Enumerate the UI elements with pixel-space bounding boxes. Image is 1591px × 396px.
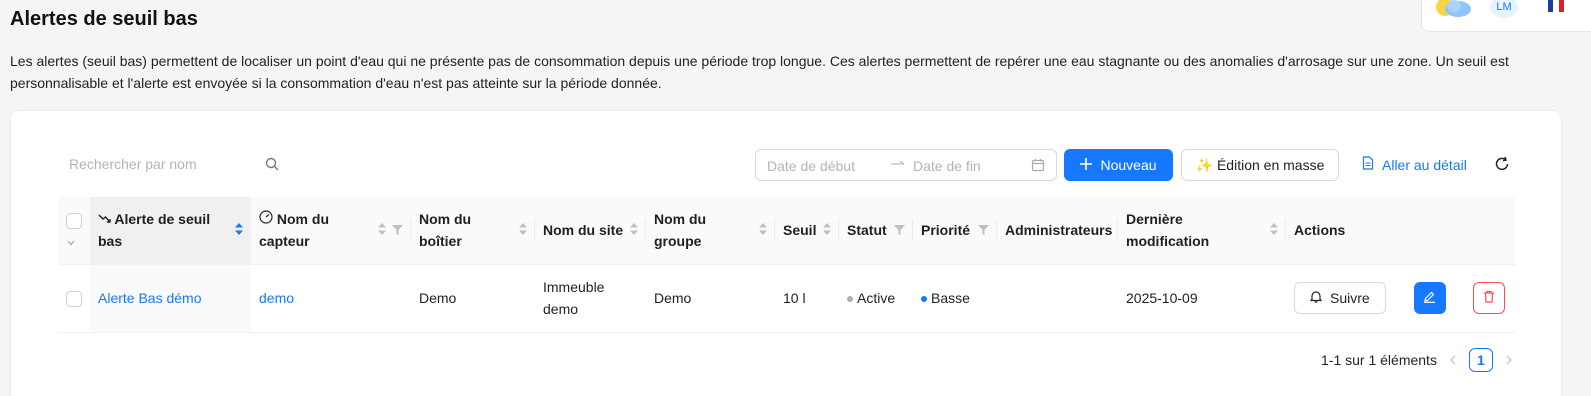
avatar[interactable]: LM (1490, 0, 1518, 18)
trend-down-icon (98, 211, 111, 227)
row-checkbox[interactable] (66, 291, 82, 308)
column-header-label: Dernière modification (1126, 211, 1210, 250)
go-to-detail-label: Aller au détail (1382, 156, 1467, 173)
search-box (58, 148, 288, 180)
chevron-left-icon[interactable] (1449, 352, 1457, 368)
plus-icon (1080, 157, 1093, 173)
column-header-status[interactable]: Statut (839, 197, 913, 265)
new-button[interactable]: Nouveau (1064, 149, 1173, 181)
priority-cell: Basse (913, 264, 997, 333)
edit-button[interactable] (1413, 282, 1446, 314)
date-start-field[interactable]: Date de début (767, 158, 855, 174)
column-header-label: Administrateurs (1005, 222, 1113, 239)
column-header-admins: Administrateurs (997, 197, 1118, 265)
site-name-cell: Immeuble demo (535, 264, 646, 333)
follow-button[interactable]: Suivre (1294, 282, 1386, 314)
french-flag-icon[interactable] (1548, 0, 1564, 12)
chevron-right-icon[interactable] (1505, 352, 1513, 368)
alert-link[interactable]: Alerte Bas démo (98, 290, 202, 306)
column-header-group[interactable]: Nom du groupe (646, 197, 775, 265)
column-header-label: Seuil (783, 222, 817, 239)
filter-icon[interactable] (894, 219, 905, 241)
status-badge: Active (857, 290, 896, 306)
search-input[interactable] (58, 148, 258, 180)
page-title: Alertes de seuil bas (10, 8, 198, 30)
column-header-label: Alerte de seuil bas (98, 211, 211, 250)
bulk-edit-button-label: ✨ Édition en masse (1195, 156, 1325, 173)
sort-icon[interactable] (235, 219, 243, 241)
chevron-down-icon[interactable] (67, 233, 75, 249)
pagination: 1-1 sur 1 éléments 1 (1321, 348, 1513, 372)
modified-date-cell: 2025-10-09 (1118, 264, 1286, 333)
gauge-icon (259, 210, 273, 227)
select-all-header (58, 197, 90, 265)
bell-icon (1309, 287, 1323, 309)
top-bar-user-area: LM (1421, 0, 1591, 32)
sensor-name-cell: demo (251, 264, 411, 333)
status-dot (847, 296, 853, 303)
sort-icon[interactable] (378, 219, 386, 241)
alerts-table: Alerte de seuil bas Nom du capteur Nom d… (58, 197, 1515, 333)
alert-name-cell: Alerte Bas démo (90, 264, 251, 333)
sensor-link[interactable]: demo (259, 290, 294, 306)
column-header-label: Nom du groupe (654, 211, 707, 250)
box-name-cell: Demo (411, 264, 535, 333)
row-select-cell (58, 264, 90, 333)
reload-icon[interactable] (1494, 156, 1510, 177)
column-header-label: Priorité (921, 222, 971, 239)
file-text-icon (1362, 156, 1374, 173)
sort-icon[interactable] (1270, 219, 1278, 241)
table-header-row: Alerte de seuil bas Nom du capteur Nom d… (58, 197, 1515, 265)
status-cell: Active (839, 264, 913, 333)
date-end-field[interactable]: Date de fin (913, 158, 981, 174)
table-row: Alerte Bas démo demo Demo Immeuble demo … (58, 264, 1515, 333)
sort-icon[interactable] (630, 219, 638, 241)
column-header-priority[interactable]: Priorité (913, 197, 997, 265)
bulk-edit-button[interactable]: ✨ Édition en masse (1181, 149, 1339, 181)
column-header-site[interactable]: Nom du site (535, 197, 646, 265)
column-header-label: Statut (847, 222, 887, 239)
edit-icon (1423, 287, 1436, 309)
column-header-sensor[interactable]: Nom du capteur (251, 197, 411, 265)
column-header-box[interactable]: Nom du boîtier (411, 197, 535, 265)
column-header-label: Actions (1294, 222, 1346, 239)
select-all-checkbox[interactable] (66, 212, 82, 229)
sort-icon[interactable] (519, 219, 527, 241)
follow-button-label: Suivre (1330, 290, 1370, 306)
group-name-cell: Demo (646, 264, 775, 333)
page-number-current[interactable]: 1 (1468, 348, 1493, 372)
sort-icon[interactable] (823, 219, 831, 241)
column-header-label: Nom du site (543, 222, 624, 239)
arrow-right-icon (890, 157, 906, 174)
new-button-label: Nouveau (1100, 157, 1157, 173)
priority-badge: Basse (931, 290, 970, 306)
column-header-modified[interactable]: Dernière modification (1118, 197, 1286, 265)
column-header-alert[interactable]: Alerte de seuil bas (90, 197, 251, 265)
trash-icon (1483, 287, 1495, 309)
sort-icon[interactable] (759, 219, 767, 241)
search-icon[interactable] (265, 157, 279, 174)
filter-icon[interactable] (392, 219, 403, 241)
filter-icon[interactable] (978, 219, 989, 241)
pagination-summary: 1-1 sur 1 éléments (1321, 352, 1437, 368)
priority-dot (921, 296, 927, 303)
page-description: Les alertes (seuil bas) permettent de lo… (10, 53, 1509, 91)
go-to-detail-link[interactable]: Aller au détail (1362, 156, 1467, 173)
column-header-actions: Actions (1286, 197, 1515, 265)
admins-cell (997, 264, 1118, 333)
column-header-threshold[interactable]: Seuil (775, 197, 839, 265)
date-range-picker[interactable]: Date de début Date de fin (755, 149, 1057, 181)
threshold-cell: 10 l (775, 264, 839, 333)
sun-cloud-icon[interactable] (1432, 0, 1474, 25)
calendar-icon[interactable] (1031, 158, 1045, 175)
actions-cell: Suivre (1286, 264, 1515, 333)
delete-button[interactable] (1473, 282, 1506, 314)
column-header-label: Nom du boîtier (419, 211, 472, 250)
